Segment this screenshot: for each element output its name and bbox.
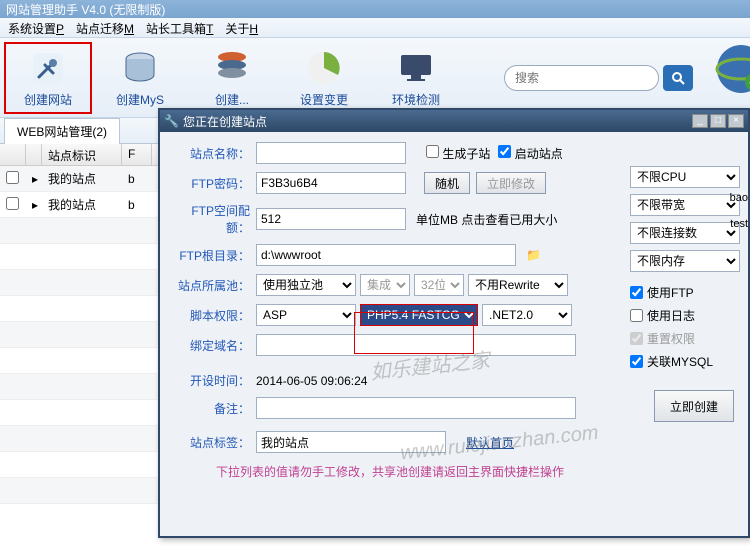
label-pool: 站点所属池： xyxy=(170,277,256,294)
menu-bar: 系统设置P 站点迁移M 站长工具箱T 关于H xyxy=(0,18,750,38)
startsite-checkbox[interactable]: 启动站点 xyxy=(498,145,562,162)
search-box xyxy=(504,65,693,91)
menu-migration[interactable]: 站点迁移M xyxy=(76,20,134,35)
folder-icon[interactable]: 📁 xyxy=(526,248,541,262)
menu-about[interactable]: 关于H xyxy=(225,20,258,35)
label-quota: FTP空间配额： xyxy=(170,202,256,236)
db-stack-icon xyxy=(211,47,253,89)
label-domain: 绑定域名： xyxy=(170,337,256,354)
rewrite-select[interactable]: 不用Rewrite xyxy=(468,274,568,296)
bw-select[interactable]: 不限带宽 xyxy=(630,194,740,216)
edit-now-button[interactable]: 立即修改 xyxy=(476,172,546,194)
label-opentime: 开设时间： xyxy=(170,372,256,389)
col-site-id[interactable]: 站点标识 xyxy=(42,144,122,165)
monitor-icon xyxy=(395,47,437,89)
quota-note[interactable]: 单位MB 点击查看已用大小 xyxy=(416,211,557,228)
tool-label: 设置变更 xyxy=(300,91,348,108)
ftppwd-input[interactable] xyxy=(256,172,406,194)
script3-select[interactable]: .NET2.0 xyxy=(482,304,572,326)
tag-input[interactable] xyxy=(256,431,446,453)
menu-system[interactable]: 系统设置P xyxy=(8,20,64,35)
dialog-title: 您正在创建站点 xyxy=(179,113,690,130)
script2-select[interactable]: PHP5.4 FASTCG xyxy=(360,304,478,326)
peek-text-2: test xyxy=(730,218,748,230)
arrow-icon: ▸ xyxy=(26,169,42,189)
label-ftppwd: FTP密码： xyxy=(170,175,256,192)
remark-input[interactable] xyxy=(256,397,576,419)
close-button[interactable]: × xyxy=(728,114,744,128)
create-site-dialog: 🔧 您正在创建站点 _ □ × 站点名称： 生成子站 启动站点 FTP密码： 随… xyxy=(158,108,750,538)
pie-chart-icon xyxy=(303,47,345,89)
magnifier-icon xyxy=(671,71,685,85)
database-icon xyxy=(119,47,161,89)
search-input[interactable] xyxy=(504,65,659,91)
dialog-title-bar[interactable]: 🔧 您正在创建站点 _ □ × xyxy=(160,110,748,132)
random-button[interactable]: 随机 xyxy=(424,172,470,194)
tool-label: 创建... xyxy=(215,91,249,108)
app-title-bar: 网站管理助手 V4.0 (无限制版) xyxy=(0,0,750,18)
label-ftproot: FTP根目录： xyxy=(170,247,256,264)
cell-name: 我的站点 xyxy=(42,167,122,190)
arrow-icon: ▸ xyxy=(26,195,42,215)
tool-label: 创建网站 xyxy=(24,91,72,108)
conn-select[interactable]: 不限连接数 xyxy=(630,222,740,244)
app-icon: 🔧 xyxy=(164,114,179,128)
row-checkbox[interactable] xyxy=(6,197,19,210)
opentime-value: 2014-06-05 09:06:24 xyxy=(256,374,367,388)
use-log-checkbox[interactable]: 使用日志 xyxy=(630,307,740,324)
side-panel: 不限CPU 不限带宽 不限连接数 不限内存 使用FTP 使用日志 重置权限 关联… xyxy=(630,142,740,376)
label-script: 脚本权限： xyxy=(170,307,256,324)
wrench-screwdriver-icon xyxy=(27,47,69,89)
create-mysql-button[interactable]: 创建MyS xyxy=(96,42,184,114)
globe-icon xyxy=(712,40,750,101)
tab-web-mgmt[interactable]: WEB网站管理(2) xyxy=(4,118,120,144)
row-checkbox[interactable] xyxy=(6,171,19,184)
cell-name: 我的站点 xyxy=(42,193,122,216)
cell-f: b xyxy=(122,169,152,189)
reset-perm-checkbox[interactable]: 重置权限 xyxy=(630,330,740,347)
tool-button-3[interactable]: 创建... xyxy=(188,42,276,114)
label-sitename: 站点名称： xyxy=(170,145,256,162)
default-page-link[interactable]: 默认首页 xyxy=(466,434,514,451)
dialog-footer-note: 下拉列表的值请勿手工修改，共享池创建请返回主界面快捷栏操作 xyxy=(170,463,610,480)
jicheng-select[interactable]: 集成 xyxy=(360,274,410,296)
tool-button-4[interactable]: 设置变更 xyxy=(280,42,368,114)
ftproot-input[interactable] xyxy=(256,244,516,266)
peek-text-1: bao xyxy=(730,192,748,204)
cell-f: b xyxy=(122,195,152,215)
search-button[interactable] xyxy=(663,65,693,91)
quota-input[interactable] xyxy=(256,208,406,230)
bits-select[interactable]: 32位 xyxy=(414,274,464,296)
pool-select[interactable]: 使用独立池 xyxy=(256,274,356,296)
mem-select[interactable]: 不限内存 xyxy=(630,250,740,272)
subsite-checkbox[interactable]: 生成子站 xyxy=(426,145,490,162)
tool-button-5[interactable]: 环境检测 xyxy=(372,42,460,114)
app-title: 网站管理助手 V4.0 (无限制版) xyxy=(6,3,165,17)
label-remark: 备注： xyxy=(170,400,256,417)
use-ftp-checkbox[interactable]: 使用FTP xyxy=(630,284,740,301)
menu-tools[interactable]: 站长工具箱T xyxy=(146,20,213,35)
cpu-select[interactable]: 不限CPU xyxy=(630,166,740,188)
tool-label: 环境检测 xyxy=(392,91,440,108)
minimize-button[interactable]: _ xyxy=(692,114,708,128)
label-tag: 站点标签： xyxy=(170,434,256,451)
script1-select[interactable]: ASP xyxy=(256,304,356,326)
maximize-button[interactable]: □ xyxy=(710,114,726,128)
link-mysql-checkbox[interactable]: 关联MYSQL xyxy=(630,353,740,370)
main-toolbar: 创建网站 创建MyS 创建... 设置变更 环境检测 xyxy=(0,38,750,118)
col-f[interactable]: F xyxy=(122,144,152,165)
domain-input[interactable] xyxy=(256,334,576,356)
create-site-button[interactable]: 创建网站 xyxy=(4,42,92,114)
create-now-button[interactable]: 立即创建 xyxy=(654,390,734,422)
sitename-input[interactable] xyxy=(256,142,406,164)
tool-label: 创建MyS xyxy=(116,91,164,108)
